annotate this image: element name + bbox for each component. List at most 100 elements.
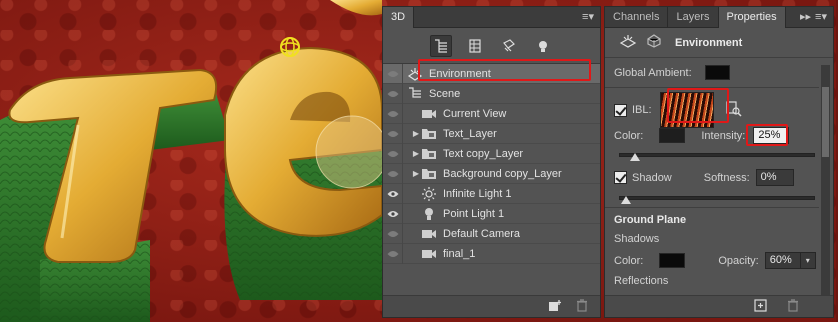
visibility-eye-icon[interactable] [383, 183, 403, 204]
intensity-label: Intensity: [701, 129, 746, 142]
visibility-eye-icon[interactable] [383, 143, 403, 164]
scene-row-label: Infinite Light 1 [443, 187, 512, 200]
scene-row-label: Text copy_Layer [443, 147, 524, 160]
scene-row-default-camera[interactable]: Default Camera [383, 223, 600, 244]
properties-panel: Channels Layers Properties ▸▸ ≡▾ Environ… [604, 6, 834, 318]
scene-row-label: Text_Layer [443, 127, 497, 140]
ibl-checkbox[interactable] [614, 103, 627, 117]
panel-menu-icon[interactable]: ≡▾ [582, 10, 594, 23]
visibility-eye-icon[interactable] [383, 63, 403, 84]
visibility-eye-icon[interactable] [383, 223, 403, 244]
global-ambient-swatch[interactable] [704, 65, 730, 80]
ibl-texture-thumbnail[interactable] [659, 92, 714, 128]
camera-icon [421, 246, 437, 262]
expand-triangle-icon[interactable]: ▶ [411, 149, 421, 158]
3d-text-scene[interactable] [0, 0, 382, 322]
properties-title: Environment [675, 36, 743, 49]
add-light-icon[interactable] [548, 299, 562, 315]
ground-plane-row: Ground Plane [614, 214, 686, 226]
environment-icon [407, 66, 423, 82]
shadows-heading: Shadows [614, 233, 660, 245]
3d-panel-tabbar: 3D ≡▾ [383, 6, 600, 28]
scene-row-label: Background copy_Layer [443, 167, 562, 180]
opacity-label: Opacity: [718, 254, 759, 267]
tab-layers[interactable]: Layers [668, 6, 719, 28]
ibl-color-label: Color: [614, 129, 644, 142]
properties-scrollbar-thumb[interactable] [822, 87, 829, 157]
properties-footer [605, 295, 833, 317]
global-ambient-label: Global Ambient: [614, 66, 692, 79]
tab-properties[interactable]: Properties [718, 6, 786, 28]
scene-icon [407, 86, 423, 102]
scene-row-label: Scene [429, 87, 461, 100]
reflections-heading: Reflections [614, 275, 669, 287]
properties-header: Environment [605, 28, 833, 58]
scene-row-final-1[interactable]: final_1 [383, 243, 600, 264]
visibility-eye-icon[interactable] [383, 83, 403, 104]
tab-3d[interactable]: 3D [383, 6, 415, 28]
scene-row-label: Environment [429, 67, 491, 80]
softness-slider-thumb[interactable] [621, 196, 631, 204]
softness-label: Softness: [703, 171, 750, 184]
tab-channels[interactable]: Channels [605, 6, 669, 28]
visibility-eye-icon[interactable] [383, 123, 403, 144]
trash-icon[interactable] [787, 298, 799, 315]
scene-row-environment[interactable]: Environment [383, 63, 600, 84]
shadows-row: Shadows [614, 233, 659, 245]
render-icon[interactable] [754, 298, 767, 315]
infinite-light-icon [421, 186, 437, 202]
properties-tabbar: Channels Layers Properties ▸▸ ≡▾ [605, 6, 833, 28]
visibility-eye-icon[interactable] [383, 163, 403, 184]
visibility-eye-icon[interactable] [383, 203, 403, 224]
scene-row-label: final_1 [443, 247, 476, 260]
whole-scene-icon[interactable] [429, 34, 452, 57]
scene-tree: Environment Scene Current View ▶ Text_Layer ▶… [383, 63, 600, 264]
intensity-slider-thumb[interactable] [630, 153, 641, 161]
opacity-dropdown-icon[interactable]: ▾ [800, 252, 816, 269]
meshes-icon[interactable] [464, 35, 486, 57]
camera-icon [421, 226, 437, 242]
shadow-checkbox[interactable] [614, 171, 627, 184]
global-ambient-row: Global Ambient: [614, 65, 730, 80]
intensity-input[interactable]: 25% [753, 127, 790, 144]
scene-settings-icon[interactable] [647, 34, 661, 51]
expand-triangle-icon[interactable]: ▶ [411, 169, 421, 178]
properties-menu-icon[interactable]: ≡▾ [815, 10, 827, 23]
scene-row-label: Current View [443, 107, 507, 120]
edit-texture-icon[interactable] [725, 100, 742, 120]
scene-row-label: Point Light 1 [443, 207, 505, 220]
expand-triangle-icon[interactable]: ▶ [411, 129, 421, 138]
intensity-slider-track[interactable] [619, 153, 815, 157]
scene-row-scene[interactable]: Scene [383, 83, 600, 104]
3d-panel: 3D ≡▾ Environment Scene Current View ▶ Text_… [382, 6, 601, 318]
scene-row-infinite-light-1[interactable]: Infinite Light 1 [383, 183, 600, 204]
3d-panel-footer [383, 295, 600, 317]
lights-icon[interactable] [532, 35, 554, 57]
ibl-color-swatch[interactable] [659, 128, 686, 143]
opacity-input[interactable]: 60% [764, 252, 801, 269]
materials-icon[interactable] [498, 35, 520, 57]
properties-scrollbar[interactable] [821, 65, 830, 295]
visibility-eye-icon[interactable] [383, 243, 403, 264]
shadow-label: Shadow [632, 171, 672, 184]
reflections-row: Reflections [614, 275, 668, 287]
scene-row-text-copy-layer[interactable]: ▶ Text copy_Layer [383, 143, 600, 164]
folder-mesh-icon [421, 166, 437, 182]
shadow-row: Shadow Softness: 0% [614, 169, 794, 186]
scene-row-text-layer[interactable]: ▶ Text_Layer [383, 123, 600, 144]
folder-mesh-icon [421, 146, 437, 162]
softness-input[interactable]: 0% [755, 169, 794, 186]
collapse-panel-icon[interactable]: ▸▸ [800, 10, 811, 23]
trash-icon[interactable] [576, 298, 588, 315]
ground-color-swatch[interactable] [659, 253, 686, 268]
camera-icon [421, 106, 437, 122]
softness-slider-track[interactable] [619, 196, 815, 200]
ground-shadow-row: Color: Opacity: 60% ▾ [614, 252, 816, 269]
scene-row-current-view[interactable]: Current View [383, 103, 600, 124]
scene-row-background-copy-layer[interactable]: ▶ Background copy_Layer [383, 163, 600, 184]
visibility-eye-icon[interactable] [383, 103, 403, 124]
point-light-icon [421, 206, 437, 222]
ibl-row: IBL: [614, 92, 742, 128]
scene-row-point-light-1[interactable]: Point Light 1 [383, 203, 600, 224]
environment-icon[interactable] [619, 34, 637, 51]
